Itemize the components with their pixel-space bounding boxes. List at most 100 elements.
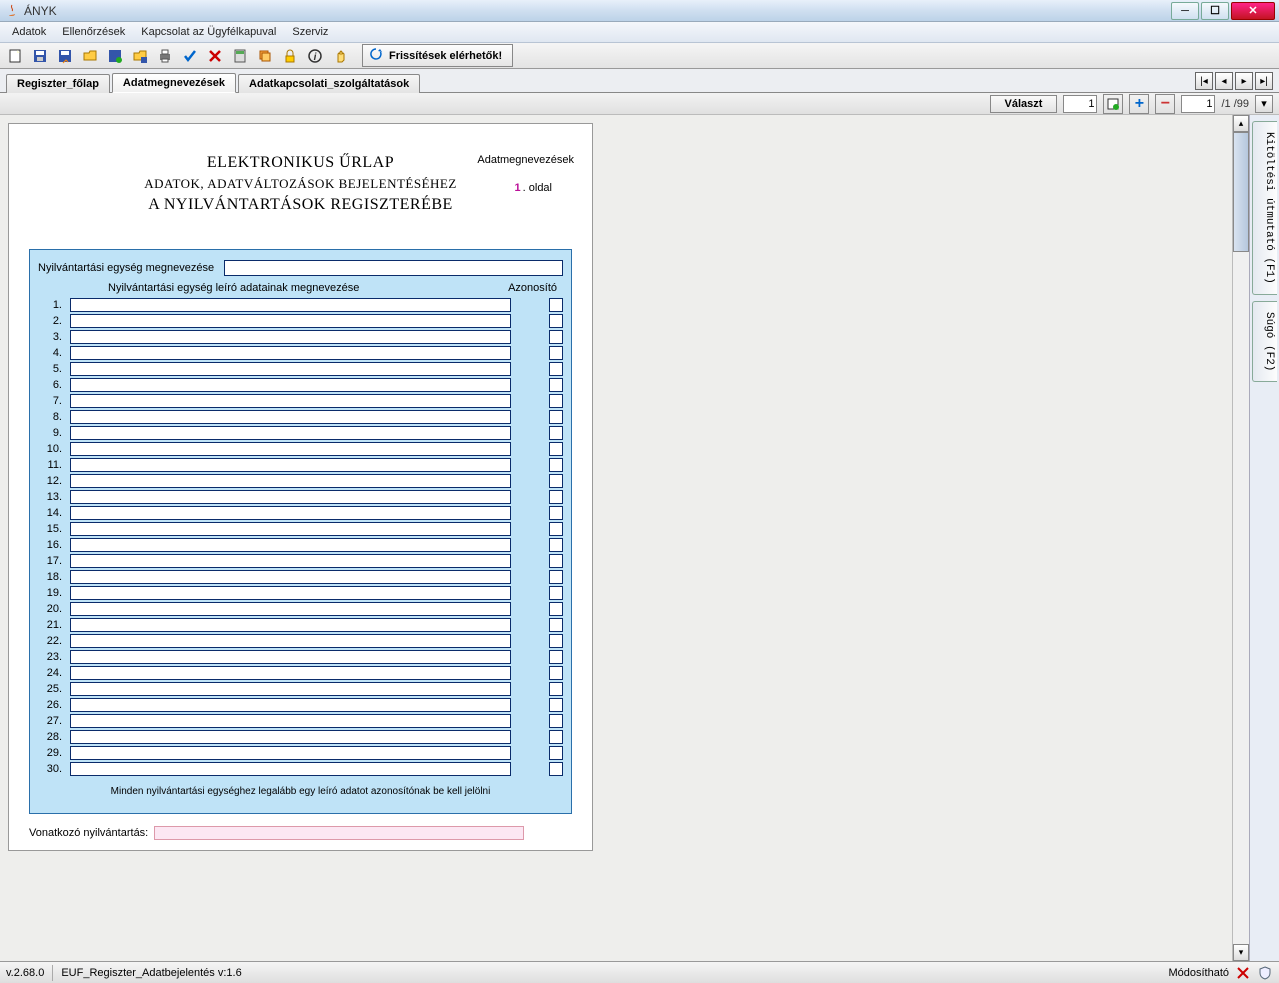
row-id-checkbox[interactable] [549,522,563,536]
close-button[interactable]: ✕ [1231,2,1275,20]
row-id-checkbox[interactable] [549,298,563,312]
page-right-input[interactable] [1181,95,1215,113]
row-text-input[interactable] [70,378,511,392]
maximize-button[interactable]: ☐ [1201,2,1229,20]
row-text-input[interactable] [70,474,511,488]
row-text-input[interactable] [70,682,511,696]
vonatkozo-field[interactable] [154,826,524,840]
zoom-out-icon[interactable]: − [1155,94,1175,114]
minimize-button[interactable]: ─ [1171,2,1199,20]
row-id-checkbox[interactable] [549,762,563,776]
row-id-checkbox[interactable] [549,634,563,648]
row-text-input[interactable] [70,730,511,744]
status-delete-icon[interactable] [1235,965,1251,981]
scroll-thumb[interactable] [1233,132,1249,252]
fit-page-icon[interactable] [1103,94,1123,114]
row-id-checkbox[interactable] [549,570,563,584]
row-id-checkbox[interactable] [549,714,563,728]
row-text-input[interactable] [70,506,511,520]
row-text-input[interactable] [70,426,511,440]
row-text-input[interactable] [70,394,511,408]
nav-first-icon[interactable]: |◂ [1195,72,1213,90]
calc-icon[interactable] [229,45,251,67]
row-text-input[interactable] [70,762,511,776]
unit-name-input[interactable] [224,260,563,276]
row-id-checkbox[interactable] [549,474,563,488]
row-text-input[interactable] [70,666,511,680]
row-id-checkbox[interactable] [549,378,563,392]
valaszt-button[interactable]: Választ [990,95,1058,113]
row-id-checkbox[interactable] [549,490,563,504]
row-text-input[interactable] [70,458,511,472]
nav-next-icon[interactable]: ▸ [1235,72,1253,90]
new-icon[interactable] [4,45,26,67]
row-text-input[interactable] [70,362,511,376]
row-text-input[interactable] [70,522,511,536]
row-text-input[interactable] [70,714,511,728]
row-text-input[interactable] [70,586,511,600]
vtab-help-guide[interactable]: Kitöltési útmutató (F1) [1252,121,1277,295]
row-text-input[interactable] [70,314,511,328]
row-text-input[interactable] [70,650,511,664]
zoom-in-icon[interactable]: + [1129,94,1149,114]
save-green-icon[interactable] [104,45,126,67]
vtab-sugo[interactable]: Súgó (F2) [1252,301,1277,382]
menu-ellenorzesek[interactable]: Ellenőrzések [54,24,133,40]
row-text-input[interactable] [70,298,511,312]
row-text-input[interactable] [70,698,511,712]
hand-icon[interactable] [329,45,351,67]
row-id-checkbox[interactable] [549,346,563,360]
row-id-checkbox[interactable] [549,682,563,696]
row-id-checkbox[interactable] [549,730,563,744]
row-text-input[interactable] [70,570,511,584]
nav-prev-icon[interactable]: ◂ [1215,72,1233,90]
save-icon[interactable] [29,45,51,67]
page-left-input[interactable] [1063,95,1097,113]
row-id-checkbox[interactable] [549,554,563,568]
row-id-checkbox[interactable] [549,602,563,616]
row-id-checkbox[interactable] [549,618,563,632]
lock-icon[interactable] [279,45,301,67]
row-id-checkbox[interactable] [549,698,563,712]
row-id-checkbox[interactable] [549,314,563,328]
info-icon[interactable]: i [304,45,326,67]
row-id-checkbox[interactable] [549,458,563,472]
dropdown-arrow-icon[interactable]: ▾ [1255,95,1273,113]
print-icon[interactable] [154,45,176,67]
scroll-up-icon[interactable]: ▴ [1233,115,1249,132]
scroll-down-icon[interactable]: ▾ [1233,944,1249,961]
save-as-icon[interactable] [54,45,76,67]
tab-adatmegnevezesek[interactable]: Adatmegnevezések [112,73,236,93]
row-id-checkbox[interactable] [549,650,563,664]
tab-adatkapcsolati[interactable]: Adatkapcsolati_szolgáltatások [238,74,420,93]
row-text-input[interactable] [70,618,511,632]
delete-icon[interactable] [204,45,226,67]
row-id-checkbox[interactable] [549,330,563,344]
row-text-input[interactable] [70,410,511,424]
row-id-checkbox[interactable] [549,586,563,600]
row-id-checkbox[interactable] [549,362,563,376]
nav-last-icon[interactable]: ▸| [1255,72,1273,90]
status-shield-icon[interactable] [1257,965,1273,981]
row-text-input[interactable] [70,346,511,360]
row-text-input[interactable] [70,330,511,344]
row-text-input[interactable] [70,634,511,648]
open-icon[interactable] [79,45,101,67]
row-text-input[interactable] [70,538,511,552]
row-text-input[interactable] [70,442,511,456]
check-icon[interactable] [179,45,201,67]
row-id-checkbox[interactable] [549,666,563,680]
row-id-checkbox[interactable] [549,426,563,440]
row-id-checkbox[interactable] [549,538,563,552]
row-id-checkbox[interactable] [549,410,563,424]
stack-icon[interactable] [254,45,276,67]
row-text-input[interactable] [70,490,511,504]
scroll-track[interactable] [1233,132,1249,944]
menu-szerviz[interactable]: Szerviz [284,24,336,40]
row-id-checkbox[interactable] [549,746,563,760]
row-text-input[interactable] [70,746,511,760]
row-id-checkbox[interactable] [549,394,563,408]
tab-regiszter-folap[interactable]: Regiszter_főlap [6,74,110,93]
row-text-input[interactable] [70,554,511,568]
menu-kapcsolat[interactable]: Kapcsolat az Ügyfélkapuval [133,24,284,40]
